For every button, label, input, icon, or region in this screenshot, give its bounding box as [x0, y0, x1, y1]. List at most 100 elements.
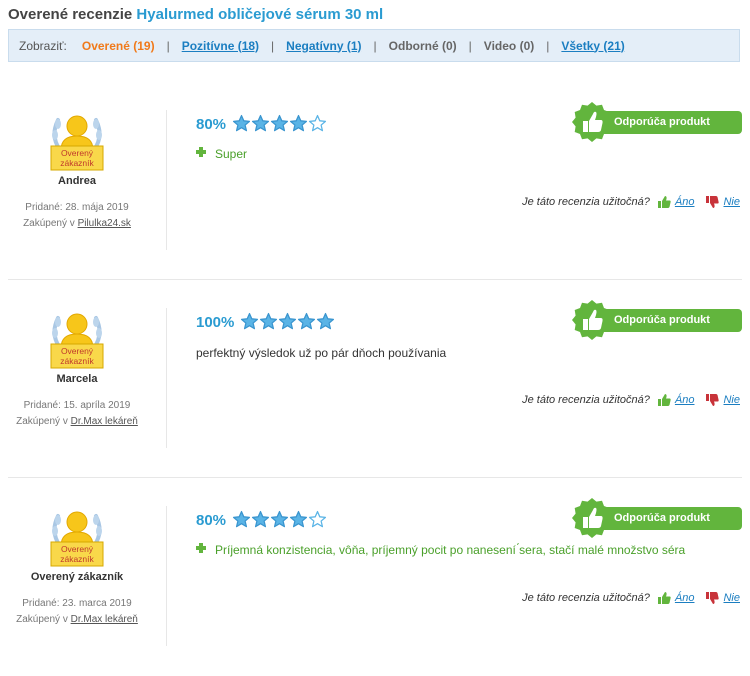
plus-icon — [196, 543, 206, 553]
svg-text:Overený: Overený — [61, 148, 94, 158]
review-date: Pridané: 23. marca 2019 — [22, 598, 132, 609]
column-divider — [166, 110, 167, 250]
title-product: Hyalurmed obličejové sérum 30 ml — [136, 6, 384, 23]
star-rating — [240, 312, 335, 331]
review-text: perfektný výsledok už po pár dňoch použí… — [196, 346, 447, 360]
page-title: Overené recenzie Hyalurmed obličejové sé… — [8, 6, 383, 23]
svg-text:Overený: Overený — [61, 346, 94, 356]
star-filled-icon — [270, 510, 289, 528]
svg-text:zákazník: zákazník — [60, 356, 94, 366]
verified-customer-badge-icon: Overený zákazník — [48, 110, 106, 172]
rating-percent: 80% — [196, 512, 227, 529]
review-date: Pridané: 28. mája 2019 — [25, 202, 129, 213]
filter-label: Zobraziť: — [19, 38, 67, 53]
helpful-question: Je táto recenzia užitočná? — [522, 394, 650, 406]
verified-customer-badge-icon: Overený zákazník — [48, 506, 106, 568]
purchase-prefix: Zakúpený v — [23, 218, 75, 229]
filter-verified[interactable]: Overené (19) — [82, 39, 155, 53]
star-filled-icon — [251, 114, 270, 132]
helpful-question: Je táto recenzia užitočná? — [522, 196, 650, 208]
filter-separator: | — [373, 38, 377, 53]
rating-percent: 80% — [196, 116, 227, 133]
star-filled-icon — [316, 312, 335, 330]
helpful-vote: Je táto recenzia užitočná? Áno Nie — [522, 196, 740, 208]
helpful-question: Je táto recenzia užitočná? — [522, 592, 650, 604]
recommends-product-badge: Odporúča produkt — [572, 102, 742, 142]
purchase-prefix: Zakúpený v — [16, 416, 68, 427]
filter-separator: | — [271, 38, 275, 53]
thumbs-up-seal-icon — [572, 498, 612, 538]
star-filled-icon — [259, 312, 278, 330]
purchase-info: Zakúpený v Dr.Max lekáreň — [8, 416, 146, 427]
star-filled-icon — [297, 312, 316, 330]
helpful-no-link[interactable]: Nie — [723, 592, 740, 604]
recommends-product-badge: Odporúča produkt — [572, 300, 742, 340]
purchase-info: Zakúpený v Pilulka24.sk — [8, 218, 146, 229]
filter-positive[interactable]: Pozitívne (18) — [182, 39, 259, 53]
svg-text:zákazník: zákazník — [60, 158, 94, 168]
svg-text:zákazník: zákazník — [60, 554, 94, 564]
review-item: Overený zákazník Marcela Pridané: 15. apr… — [8, 288, 742, 478]
recommend-label: Odporúča produkt — [614, 512, 710, 524]
filter-all[interactable]: Všetky (21) — [561, 39, 624, 53]
column-divider — [166, 308, 167, 448]
shop-link[interactable]: Dr.Max lekáreň — [71, 614, 138, 625]
star-filled-icon — [232, 114, 251, 132]
shop-link[interactable]: Dr.Max lekáreň — [71, 416, 138, 427]
star-filled-icon — [289, 114, 308, 132]
star-empty-icon — [308, 114, 327, 132]
star-filled-icon — [232, 510, 251, 528]
reviewer-name: Overený zákazník — [30, 571, 124, 583]
filter-expert: Odborné (0) — [388, 38, 457, 53]
thumbs-down-icon[interactable] — [706, 394, 720, 406]
star-rating — [232, 114, 327, 133]
star-rating — [232, 510, 327, 529]
purchase-info: Zakúpený v Dr.Max lekáreň — [8, 614, 146, 625]
review-divider — [8, 477, 742, 478]
thumbs-up-seal-icon — [572, 102, 612, 142]
svg-text:Overený: Overený — [61, 544, 94, 554]
filter-separator: | — [546, 38, 550, 53]
thumbs-down-icon[interactable] — [706, 592, 720, 604]
recommend-label: Odporúča produkt — [614, 314, 710, 326]
column-divider — [166, 506, 167, 646]
thumbs-up-icon[interactable] — [657, 592, 671, 604]
helpful-yes-link[interactable]: Áno — [675, 394, 695, 406]
verified-customer-badge-icon: Overený zákazník — [48, 308, 106, 370]
helpful-no-link[interactable]: Nie — [723, 394, 740, 406]
thumbs-up-seal-icon — [572, 300, 612, 340]
plus-icon — [196, 147, 206, 157]
helpful-vote: Je táto recenzia užitočná? Áno Nie — [522, 592, 740, 604]
helpful-no-link[interactable]: Nie — [723, 196, 740, 208]
review-date: Pridané: 15. apríla 2019 — [23, 400, 131, 411]
review-pro-text: Super — [215, 147, 248, 161]
star-filled-icon — [240, 312, 259, 330]
rating-percent: 100% — [196, 314, 235, 331]
reviewer-name: Marcela — [56, 373, 98, 385]
star-filled-icon — [289, 510, 308, 528]
thumbs-down-icon[interactable] — [706, 196, 720, 208]
helpful-yes-link[interactable]: Áno — [675, 196, 695, 208]
review-divider — [8, 279, 742, 280]
star-filled-icon — [278, 312, 297, 330]
helpful-vote: Je táto recenzia užitočná? Áno Nie — [522, 394, 740, 406]
filter-separator: | — [166, 38, 170, 53]
star-empty-icon — [308, 510, 327, 528]
reviewer-name: Andrea — [58, 175, 96, 187]
shop-link[interactable]: Pilulka24.sk — [78, 218, 131, 229]
filter-video: Video (0) — [483, 38, 535, 53]
filter-separator: | — [468, 38, 472, 53]
review-item: Overený zákazník Overený zákazník Pridané… — [8, 486, 742, 676]
recommend-label: Odporúča produkt — [614, 116, 710, 128]
review-pro-text: Príjemná konzistencia, vôňa, príjemný po… — [215, 543, 686, 557]
thumbs-up-icon[interactable] — [657, 196, 671, 208]
filter-negative[interactable]: Negatívny (1) — [286, 39, 361, 53]
star-filled-icon — [270, 114, 289, 132]
title-prefix: Overené recenzie — [8, 6, 133, 23]
recommends-product-badge: Odporúča produkt — [572, 498, 742, 538]
review-filter-bar: Zobraziť: Overené (19) | Pozitívne (18) … — [8, 29, 740, 62]
purchase-prefix: Zakúpený v — [16, 614, 68, 625]
review-item: Overený zákazník Andrea Pridané: 28. mája… — [8, 90, 742, 280]
thumbs-up-icon[interactable] — [657, 394, 671, 406]
helpful-yes-link[interactable]: Áno — [675, 592, 695, 604]
